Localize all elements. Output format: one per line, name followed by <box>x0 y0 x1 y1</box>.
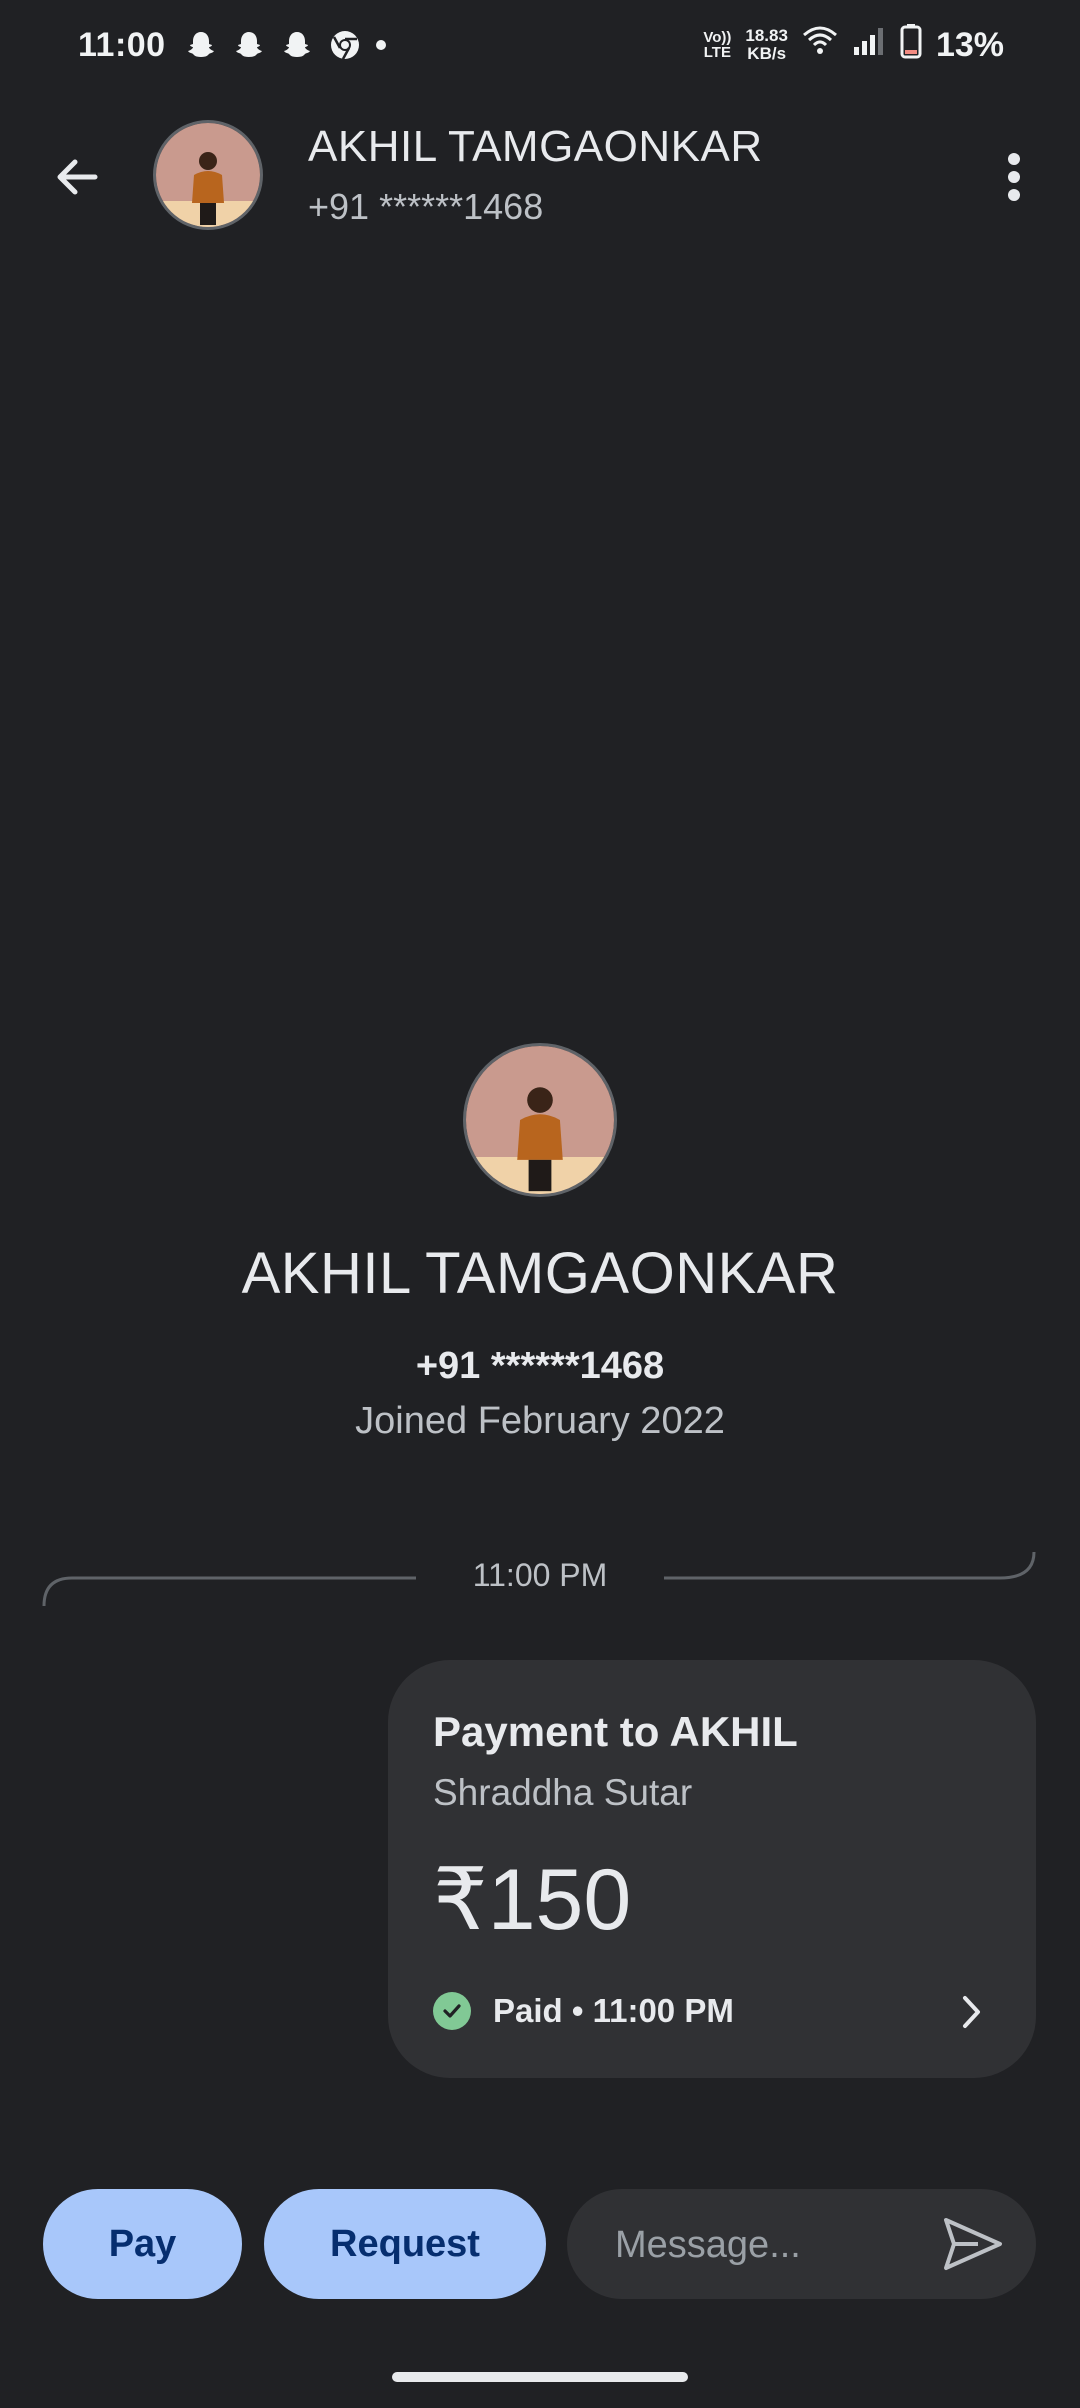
payment-status-text: Paid • 11:00 PM <box>493 1992 734 2029</box>
profile-joined-date: Joined February 2022 <box>355 1400 725 1442</box>
snapchat-icon <box>184 28 218 62</box>
send-icon <box>944 2218 1002 2270</box>
message-composer <box>567 2189 1036 2301</box>
chat-screen: 11:00 Vo)) LTE 18.83 KB/s 13% AKHIL TAMG… <box>0 0 1080 2408</box>
header-contact-phone: +91 ******1468 <box>308 186 544 227</box>
network-speed: 18.83 KB/s <box>745 26 788 63</box>
profile-phone: +91 ******1468 <box>415 1345 665 1387</box>
payment-title: Payment to AKHIL <box>433 1708 798 1755</box>
avatar-photo <box>466 1046 614 1194</box>
chrome-icon <box>328 28 362 62</box>
divider-timestamp: 11:00 PM <box>472 1557 608 1593</box>
status-bar-left: 11:00 <box>78 26 386 65</box>
more-notifications-dot <box>375 40 386 50</box>
check-circle-icon <box>433 1992 471 2030</box>
snapchat-icon <box>232 28 266 62</box>
home-indicator[interactable] <box>392 2372 688 2382</box>
more-options-button[interactable] <box>984 142 1044 212</box>
payment-amount: ₹150 <box>433 1852 632 1948</box>
arrow-back-icon <box>57 159 98 195</box>
send-button[interactable] <box>940 2213 1006 2275</box>
volte-indicator: Vo)) LTE <box>703 29 732 61</box>
payment-sender: Shraddha Sutar <box>433 1772 693 1813</box>
request-button[interactable]: Request <box>264 2189 546 2299</box>
profile-name: AKHIL TAMGAONKAR <box>241 1241 839 1306</box>
battery-icon <box>900 23 922 68</box>
wifi-icon <box>802 25 838 66</box>
back-button[interactable] <box>42 142 112 212</box>
snapchat-icon <box>280 28 314 62</box>
status-bar: 11:00 Vo)) LTE 18.83 KB/s 13% <box>0 0 1080 90</box>
status-time: 11:00 <box>78 25 166 64</box>
avatar-photo <box>156 123 260 227</box>
contact-avatar[interactable] <box>153 120 263 230</box>
more-vert-icon <box>1008 153 1020 201</box>
pay-button[interactable]: Pay <box>43 2189 242 2299</box>
payment-status: Paid • 11:00 PM <box>433 1992 734 2030</box>
header-contact-name[interactable]: AKHIL TAMGAONKAR <box>308 122 763 172</box>
profile-avatar <box>463 1043 617 1197</box>
payment-card[interactable]: Payment to AKHIL Shraddha Sutar ₹150 Pai… <box>388 1660 1036 2078</box>
notification-icons <box>184 28 386 62</box>
message-input[interactable] <box>613 2189 917 2301</box>
status-bar-right: Vo)) LTE 18.83 KB/s 13% <box>703 23 1004 68</box>
chevron-right-icon[interactable] <box>950 1990 994 2034</box>
chat-header: AKHIL TAMGAONKAR +91 ******1468 <box>0 120 1080 232</box>
battery-percent: 13% <box>935 25 1004 64</box>
signal-icon <box>852 25 886 66</box>
